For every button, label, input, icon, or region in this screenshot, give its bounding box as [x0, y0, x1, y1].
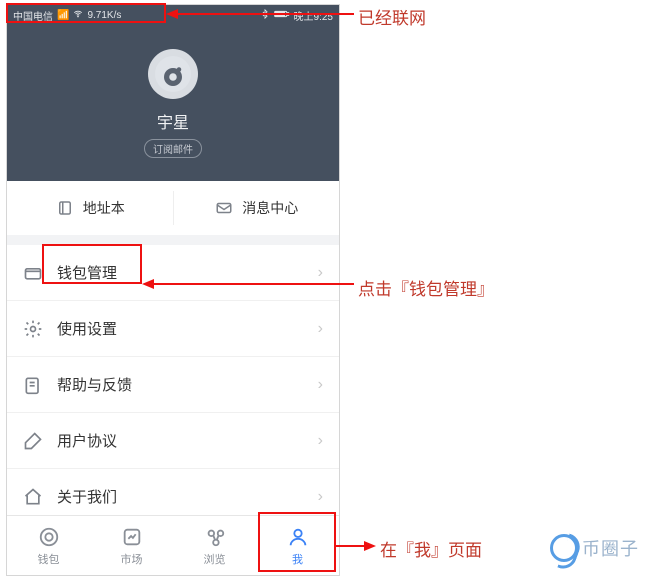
chevron-right-icon: ›	[318, 264, 323, 282]
menu-user-agreement[interactable]: 用户协议 ›	[7, 413, 339, 469]
status-bar: 中国电信 📶 9.71K/s 晚上9:25	[7, 5, 339, 25]
nav-label: 浏览	[204, 551, 226, 567]
menu-wallet-manage[interactable]: 钱包管理 ›	[7, 245, 339, 301]
help-icon	[23, 375, 43, 395]
nav-label: 市场	[121, 551, 143, 567]
document-edit-icon	[23, 431, 43, 451]
address-book-label: 地址本	[83, 198, 125, 218]
chevron-right-icon: ›	[318, 376, 323, 394]
watermark-logo-icon	[550, 534, 578, 562]
settings-menu: 钱包管理 › 使用设置 › 帮助与反馈 › 用户协议 ›	[7, 245, 339, 525]
annotation-text-networked: 已经联网	[358, 4, 426, 29]
menu-usage-settings[interactable]: 使用设置 ›	[7, 301, 339, 357]
nav-market[interactable]: 市场	[90, 516, 173, 575]
quick-actions-row: 地址本 消息中心	[7, 181, 339, 235]
wallet-icon	[23, 263, 43, 283]
bottom-nav: 钱包 市场 浏览 我	[7, 515, 339, 575]
message-center-button[interactable]: 消息中心	[174, 181, 340, 235]
menu-item-label: 关于我们	[57, 486, 304, 507]
menu-item-label: 使用设置	[57, 318, 304, 339]
section-gap	[7, 235, 339, 245]
nav-browse[interactable]: 浏览	[173, 516, 256, 575]
chevron-right-icon: ›	[318, 432, 323, 450]
battery-icon	[274, 9, 290, 22]
home-icon	[23, 487, 43, 507]
annotation-text-wallet: 点击『钱包管理』	[358, 275, 494, 300]
watermark-label: 币圈子	[582, 535, 639, 561]
watermark: 币圈子	[550, 534, 639, 562]
person-icon	[286, 525, 310, 549]
bookmark-icon	[55, 198, 75, 218]
net-speed: 9.71K/s	[87, 10, 121, 21]
profile-header: 宇星 订阅邮件	[7, 25, 339, 181]
nav-label: 我	[292, 551, 303, 567]
browse-icon	[203, 525, 227, 549]
menu-item-label: 用户协议	[57, 430, 304, 451]
avatar[interactable]	[148, 49, 198, 99]
chevron-right-icon: ›	[318, 320, 323, 338]
nav-wallet[interactable]: 钱包	[7, 516, 90, 575]
annotation-arrow	[336, 538, 376, 558]
username: 宇星	[157, 109, 189, 133]
market-icon	[120, 525, 144, 549]
bluetooth-icon	[260, 9, 270, 22]
nav-label: 钱包	[38, 551, 60, 567]
chevron-right-icon: ›	[318, 488, 323, 506]
message-center-label: 消息中心	[242, 198, 298, 218]
address-book-button[interactable]: 地址本	[7, 181, 173, 235]
wallet-circle-icon	[37, 525, 61, 549]
nav-me[interactable]: 我	[256, 516, 339, 575]
wifi-icon	[73, 9, 83, 22]
signal-icon: 📶	[57, 10, 69, 21]
annotation-text-me: 在『我』页面	[380, 536, 482, 561]
clock-label: 晚上9:25	[294, 8, 333, 23]
carrier-label: 中国电信	[13, 8, 53, 23]
menu-item-label: 钱包管理	[57, 262, 304, 283]
gear-icon	[23, 319, 43, 339]
mail-icon	[214, 198, 234, 218]
menu-help-feedback[interactable]: 帮助与反馈 ›	[7, 357, 339, 413]
menu-item-label: 帮助与反馈	[57, 374, 304, 395]
phone-frame: 中国电信 📶 9.71K/s 晚上9:25 宇星 订阅邮件	[6, 4, 340, 576]
subscribe-badge[interactable]: 订阅邮件	[144, 139, 202, 158]
